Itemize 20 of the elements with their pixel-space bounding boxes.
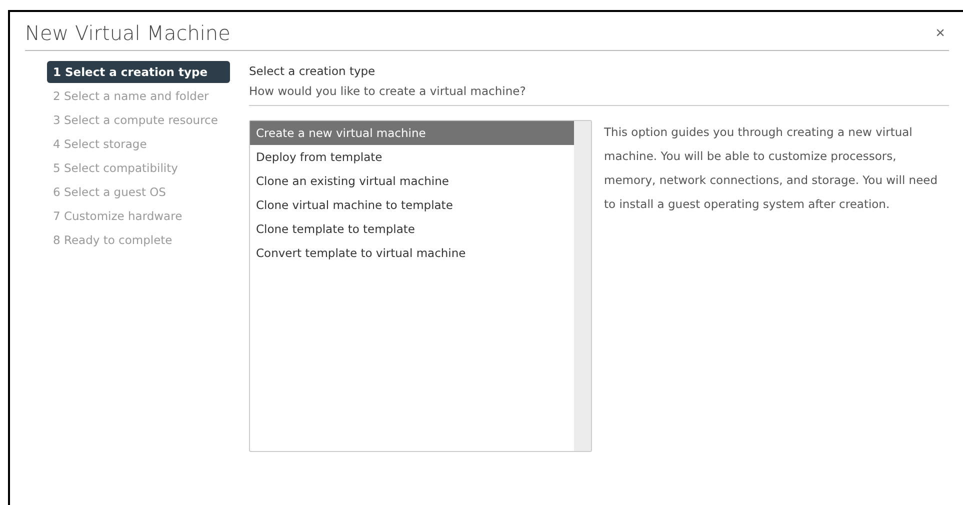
list-item[interactable]: Deploy from template: [250, 145, 574, 169]
wizard-step[interactable]: 1 Select a creation type: [47, 61, 230, 83]
list-item[interactable]: Clone template to template: [250, 217, 574, 241]
close-button[interactable]: ×: [932, 25, 949, 43]
option-description: This option guides you through creating a new virtual machine. You will be able to customize processors, memory, network connections, and storage. You will need to install a guest operating system after creation.: [604, 124, 939, 213]
list-item[interactable]: Clone virtual machine to template: [250, 193, 574, 217]
list-item[interactable]: Clone an existing virtual machine: [250, 169, 574, 193]
list-item[interactable]: Create a new virtual machine: [250, 121, 574, 145]
wizard-step[interactable]: 6 Select a guest OS: [47, 181, 230, 203]
dialog-title: New Virtual Machine: [25, 21, 230, 45]
scrollbar[interactable]: [574, 121, 591, 451]
list-item[interactable]: Convert template to virtual machine: [250, 241, 574, 265]
wizard-step[interactable]: 8 Ready to complete: [47, 229, 230, 251]
wizard-step[interactable]: 5 Select compatibility: [47, 157, 230, 179]
wizard-step[interactable]: 2 Select a name and folder: [47, 85, 230, 107]
wizard-step[interactable]: 7 Customize hardware: [47, 205, 230, 227]
page-question: How would you like to create a virtual machine?: [249, 84, 949, 106]
page-heading: Select a creation type: [249, 64, 376, 78]
wizard-step[interactable]: 4 Select storage: [47, 133, 230, 155]
wizard-step[interactable]: 3 Select a compute resource: [47, 109, 230, 131]
